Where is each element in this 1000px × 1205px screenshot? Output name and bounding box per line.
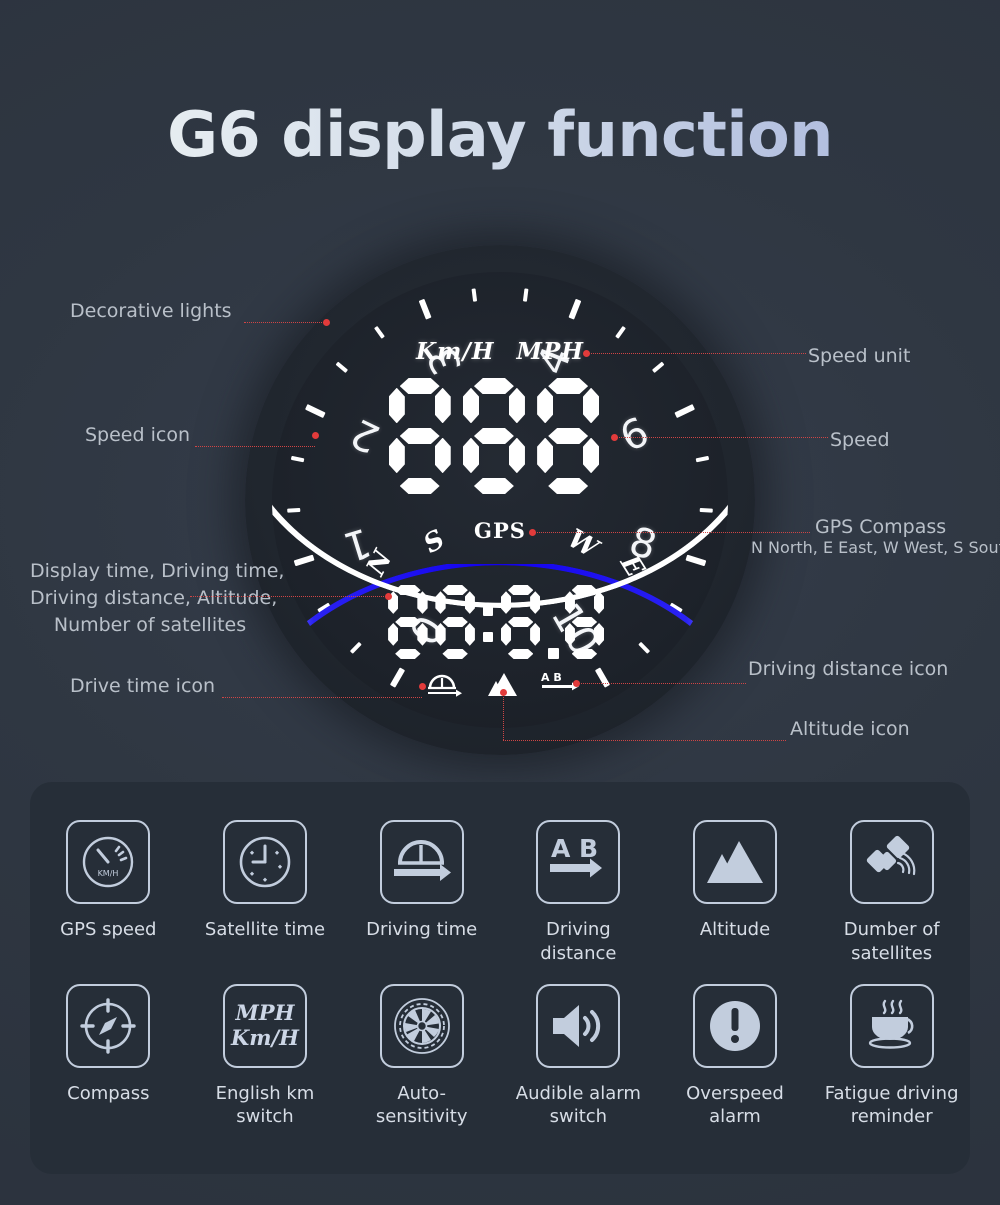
lead-display-time — [190, 596, 388, 597]
feature-item-mountain[interactable]: Altitude — [657, 820, 814, 966]
feature-item-clock[interactable]: Satellite time — [187, 820, 344, 966]
feature-label: Dumber of satellites — [843, 919, 940, 964]
annotation-speed: Speed — [830, 429, 890, 451]
speaker-icon — [536, 983, 621, 1068]
feature-label: English km switch — [215, 1082, 315, 1128]
seven-segment-decimal-point — [548, 585, 559, 659]
lead-dot-speed-unit — [583, 350, 590, 357]
unit-kmh-label: Km/H — [416, 338, 495, 365]
feature-item-mph-kmh-switch[interactable]: MPH Km/H English km switch — [187, 983, 344, 1130]
driving-time-icon — [379, 820, 464, 904]
page-title: G6 display function — [0, 98, 1000, 171]
coffee-cup-icon — [849, 983, 934, 1068]
ab-distance-icon: A B — [536, 820, 621, 904]
feature-grid: KM/H GPS speed Satellite time Driving ti… — [30, 820, 970, 1129]
feature-label: GPS speed — [60, 919, 157, 940]
feature-label: Satellite time — [204, 919, 326, 940]
seven-segment-digit — [388, 585, 428, 659]
feature-label: Auto-sensitivity — [375, 1082, 468, 1128]
annotation-decorative-lights: Decorative lights — [70, 300, 232, 322]
annotation-gps-compass-sub: N North, E East, W West, S South — [751, 538, 1000, 557]
annotation-display-time-line-2: Driving distance, Altitude, — [30, 586, 278, 609]
seven-segment-digit — [435, 585, 475, 659]
svg-text:KM/H: KM/H — [98, 869, 119, 878]
kmh-text: Km/H — [230, 1024, 299, 1050]
lead-speed — [616, 437, 828, 438]
lead-altitude-icon-vertical — [503, 692, 504, 740]
seven-segment-digit — [537, 378, 599, 494]
annotation-display-time-block: Display time, Driving time, Driving dist… — [30, 558, 285, 639]
annotation-speed-unit: Speed unit — [808, 345, 911, 367]
feature-label: Overspeed alarm — [686, 1082, 784, 1128]
feature-item-gps-speedometer[interactable]: KM/H GPS speed — [30, 820, 187, 966]
seven-segment-digit — [389, 378, 451, 494]
satellite-icon — [849, 820, 934, 904]
svg-text:A B: A B — [551, 834, 598, 863]
mountain-icon — [692, 820, 777, 904]
mph-kmh-text: MPH Km/H — [231, 1001, 299, 1049]
unit-mph-label: MPH — [516, 338, 584, 365]
feature-label: Driving time — [366, 919, 478, 940]
feature-item-exclamation-circle[interactable]: Overspeed alarm — [657, 983, 814, 1130]
feature-label: Altitude — [699, 919, 771, 940]
svg-text:A B: A B — [541, 671, 562, 684]
seven-segment-digit — [501, 585, 541, 659]
annotation-gps-compass: GPS Compass — [815, 516, 947, 538]
feature-item-compass[interactable]: Compass — [30, 983, 187, 1130]
annotation-display-time-line-3: Number of satellites — [53, 613, 247, 636]
feature-label: Compass — [67, 1082, 150, 1104]
mph-text: MPH — [235, 1000, 295, 1026]
lead-speed-icon — [195, 446, 315, 447]
lead-dot-display-time — [385, 593, 392, 600]
lead-dot-driving-distance-icon — [573, 680, 580, 687]
annotation-drive-time-icon: Drive time icon — [70, 675, 216, 697]
lead-dot-speed-icon — [312, 432, 319, 439]
lead-speed-unit — [588, 353, 806, 354]
clock-icon — [222, 820, 307, 904]
feature-panel: KM/H GPS speed Satellite time Driving ti… — [30, 782, 970, 1174]
exclamation-circle-icon — [692, 983, 777, 1068]
mph-kmh-switch-icon: MPH Km/H — [222, 983, 307, 1068]
lead-decorative-lights — [244, 322, 326, 323]
seven-segment-colon — [482, 585, 494, 659]
feature-item-turbine-aperture[interactable]: Auto-sensitivity — [343, 983, 500, 1130]
lead-altitude-icon — [503, 740, 786, 741]
lead-dot-altitude-icon — [500, 689, 507, 696]
seven-segment-digit — [463, 378, 525, 494]
seven-segment-digit — [565, 585, 605, 659]
annotation-display-time-line-1: Display time, Driving time, — [30, 560, 285, 582]
lead-dot-speed — [611, 434, 618, 441]
feature-label: Driving distance — [540, 919, 617, 964]
lead-drive-time-icon — [222, 697, 422, 698]
feature-item-coffee-cup[interactable]: Fatigue driving reminder — [813, 983, 970, 1130]
feature-item-driving-time[interactable]: Driving time — [343, 820, 500, 966]
lead-dot-drive-time-icon — [419, 683, 426, 690]
lead-dot-decorative-lights — [323, 319, 330, 326]
drive-time-icon — [428, 674, 462, 697]
gps-speedometer-icon: KM/H — [66, 820, 151, 904]
annotation-driving-distance-icon: Driving distance icon — [748, 658, 949, 680]
feature-item-ab-distance[interactable]: A B Driving distance — [500, 820, 657, 966]
lead-dot-gps-compass — [529, 529, 536, 536]
feature-label: Audible alarm switch — [515, 1082, 641, 1128]
feature-item-speaker[interactable]: Audible alarm switch — [500, 983, 657, 1130]
annotation-speed-icon: Speed icon — [85, 424, 190, 446]
turbine-aperture-icon — [379, 983, 464, 1068]
compass-icon — [66, 983, 151, 1068]
annotation-altitude-icon: Altitude icon — [790, 718, 910, 740]
feature-label: Fatigue driving reminder — [824, 1082, 959, 1128]
lead-gps-compass — [534, 532, 810, 533]
feature-item-satellite[interactable]: Dumber of satellites — [813, 820, 970, 966]
lead-driving-distance-icon — [578, 683, 746, 684]
